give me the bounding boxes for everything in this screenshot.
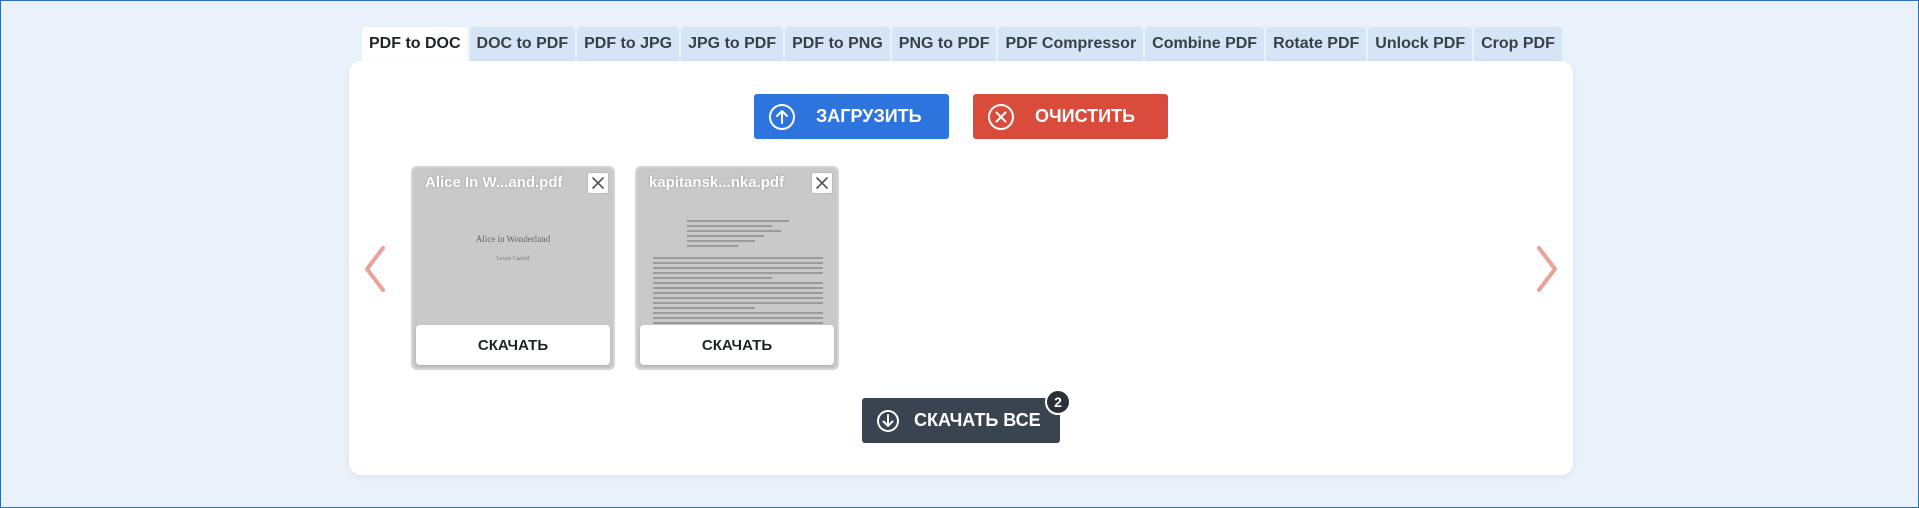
tab-combine-pdf[interactable]: Combine PDF bbox=[1145, 27, 1265, 61]
file-card[interactable]: kapitansk...nka.pdf СКАЧАТЬ bbox=[635, 166, 839, 370]
carousel-prev-arrow-icon[interactable] bbox=[361, 244, 389, 294]
tab-rotate-pdf[interactable]: Rotate PDF bbox=[1266, 27, 1367, 61]
remove-file-button[interactable] bbox=[587, 172, 609, 194]
upload-button-label: ЗАГРУЗИТЬ bbox=[816, 106, 922, 126]
converter-panel: ЗАГРУЗИТЬ ОЧИСТИТЬ Alice in Wonderland L… bbox=[349, 61, 1573, 475]
remove-file-button[interactable] bbox=[811, 172, 833, 194]
tab-jpg-to-pdf[interactable]: JPG to PDF bbox=[681, 27, 784, 61]
tab-doc-to-pdf[interactable]: DOC to PDF bbox=[469, 27, 576, 61]
download-button[interactable]: СКАЧАТЬ bbox=[640, 325, 834, 365]
file-name: kapitansk...nka.pdf bbox=[649, 174, 785, 191]
thumbnail-title: Alice in Wonderland bbox=[475, 234, 551, 244]
tool-tabs: PDF to DOC DOC to PDF PDF to JPG JPG to … bbox=[362, 27, 1562, 61]
download-all-button[interactable]: СКАЧАТЬ ВСЕ bbox=[862, 398, 1060, 443]
tab-crop-pdf[interactable]: Crop PDF bbox=[1474, 27, 1562, 61]
tab-unlock-pdf[interactable]: Unlock PDF bbox=[1368, 27, 1473, 61]
file-name: Alice In W...and.pdf bbox=[425, 174, 563, 191]
download-button[interactable]: СКАЧАТЬ bbox=[416, 325, 610, 365]
thumbnail-author: Lewis Carroll bbox=[496, 256, 530, 262]
tab-pdf-to-jpg[interactable]: PDF to JPG bbox=[577, 27, 680, 61]
clear-button-label: ОЧИСТИТЬ bbox=[1035, 106, 1136, 126]
arrow-down-circle-icon bbox=[877, 409, 899, 432]
download-all-label: СКАЧАТЬ ВСЕ bbox=[914, 410, 1041, 430]
tab-pdf-to-doc[interactable]: PDF to DOC bbox=[362, 27, 468, 61]
upload-button[interactable]: ЗАГРУЗИТЬ bbox=[754, 94, 949, 139]
file-count-badge: 2 bbox=[1045, 389, 1071, 415]
tab-pdf-to-png[interactable]: PDF to PNG bbox=[785, 27, 890, 61]
file-card[interactable]: Alice in Wonderland Lewis Carroll Alice … bbox=[411, 166, 615, 370]
clear-button[interactable]: ОЧИСТИТЬ bbox=[973, 94, 1168, 139]
tab-png-to-pdf[interactable]: PNG to PDF bbox=[891, 27, 997, 61]
tab-pdf-compressor[interactable]: PDF Compressor bbox=[998, 27, 1144, 61]
close-icon bbox=[592, 177, 604, 189]
close-icon bbox=[816, 177, 828, 189]
carousel-next-arrow-icon[interactable] bbox=[1533, 244, 1561, 294]
x-circle-icon bbox=[988, 103, 1014, 130]
arrow-up-circle-icon bbox=[769, 103, 795, 130]
